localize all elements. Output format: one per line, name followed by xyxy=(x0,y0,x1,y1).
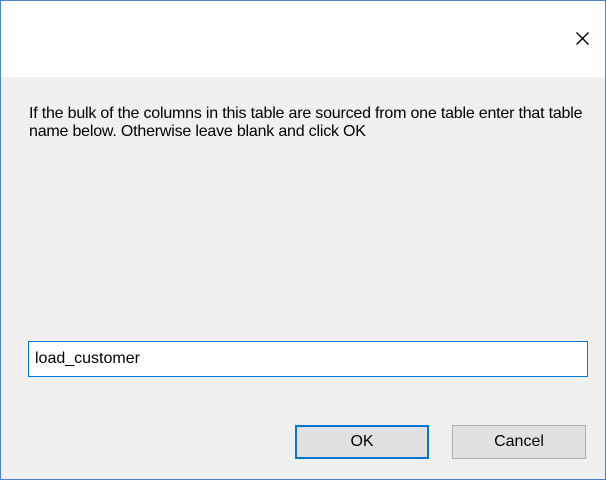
close-button[interactable] xyxy=(559,21,605,55)
dialog-window: If the bulk of the columns in this table… xyxy=(0,0,606,480)
ok-button[interactable]: OK xyxy=(295,425,429,459)
cancel-button[interactable]: Cancel xyxy=(452,425,586,459)
dialog-message: If the bulk of the columns in this table… xyxy=(29,105,583,140)
title-bar xyxy=(1,1,605,77)
table-name-input[interactable] xyxy=(28,341,588,377)
close-icon xyxy=(576,32,589,45)
